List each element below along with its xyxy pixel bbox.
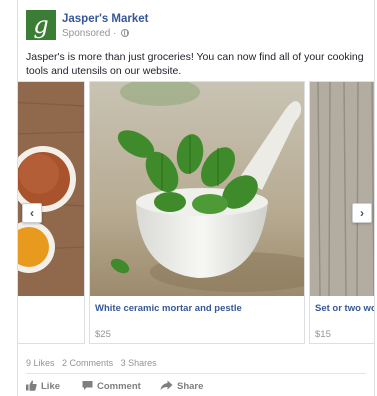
carousel-prev-button[interactable]: ‹ bbox=[22, 203, 42, 223]
card-body: White ceramic mortar and pestle $25 bbox=[90, 296, 304, 343]
share-label: Share bbox=[177, 381, 204, 392]
like-label: Like bbox=[41, 381, 61, 392]
wooden-spoons-image bbox=[310, 82, 374, 296]
globe-icon bbox=[121, 29, 130, 37]
card-price: $15 bbox=[315, 329, 331, 340]
comments-count[interactable]: 2 Comments bbox=[62, 358, 113, 368]
card-body: Set or two wooden spoons $15 bbox=[310, 296, 374, 343]
post-caption: Jasper's is more than just groceries! Yo… bbox=[26, 51, 364, 77]
share-arrow-icon bbox=[160, 380, 173, 390]
page-name-link[interactable]: Jasper's Market bbox=[62, 13, 148, 25]
comment-label: Comment bbox=[97, 381, 141, 392]
divider bbox=[26, 373, 366, 374]
post-header: g Jasper's Market Sponsored · bbox=[26, 10, 346, 44]
separator: · bbox=[113, 28, 117, 39]
mortar-pestle-image bbox=[90, 82, 304, 296]
action-bar: Like Comment Share bbox=[26, 380, 366, 394]
chevron-left-icon: ‹ bbox=[30, 206, 34, 220]
card-image[interactable] bbox=[310, 82, 374, 296]
sponsored-post: g Jasper's Market Sponsored · Jasper's i… bbox=[17, 0, 375, 396]
chevron-right-icon: › bbox=[360, 206, 364, 220]
thumbs-up-icon bbox=[26, 380, 37, 391]
page-logo[interactable]: g bbox=[26, 10, 56, 40]
product-carousel: White ceramic mortar and pestle $25 Set … bbox=[18, 81, 374, 346]
card-title[interactable]: White ceramic mortar and pestle bbox=[95, 303, 299, 314]
card-image[interactable] bbox=[18, 82, 84, 296]
card-image[interactable] bbox=[90, 82, 304, 296]
spices-image bbox=[18, 82, 84, 296]
card-price: $25 bbox=[95, 329, 111, 340]
likes-count[interactable]: 9 Likes bbox=[26, 358, 55, 368]
comment-icon bbox=[82, 381, 93, 390]
card-body bbox=[18, 296, 84, 343]
carousel-card[interactable]: White ceramic mortar and pestle $25 bbox=[89, 81, 305, 344]
engagement-stats: 9 Likes 2 Comments 3 Shares bbox=[26, 358, 162, 368]
carousel-next-button[interactable]: › bbox=[352, 203, 372, 223]
card-title[interactable]: Set or two wooden spoons bbox=[315, 303, 374, 314]
sponsored-label[interactable]: Sponsored bbox=[62, 28, 110, 39]
sponsored-line: Sponsored · bbox=[62, 28, 130, 39]
comment-button[interactable]: Comment bbox=[82, 380, 141, 392]
shares-count[interactable]: 3 Shares bbox=[121, 358, 157, 368]
share-button[interactable]: Share bbox=[160, 380, 203, 392]
like-button[interactable]: Like bbox=[26, 380, 60, 392]
